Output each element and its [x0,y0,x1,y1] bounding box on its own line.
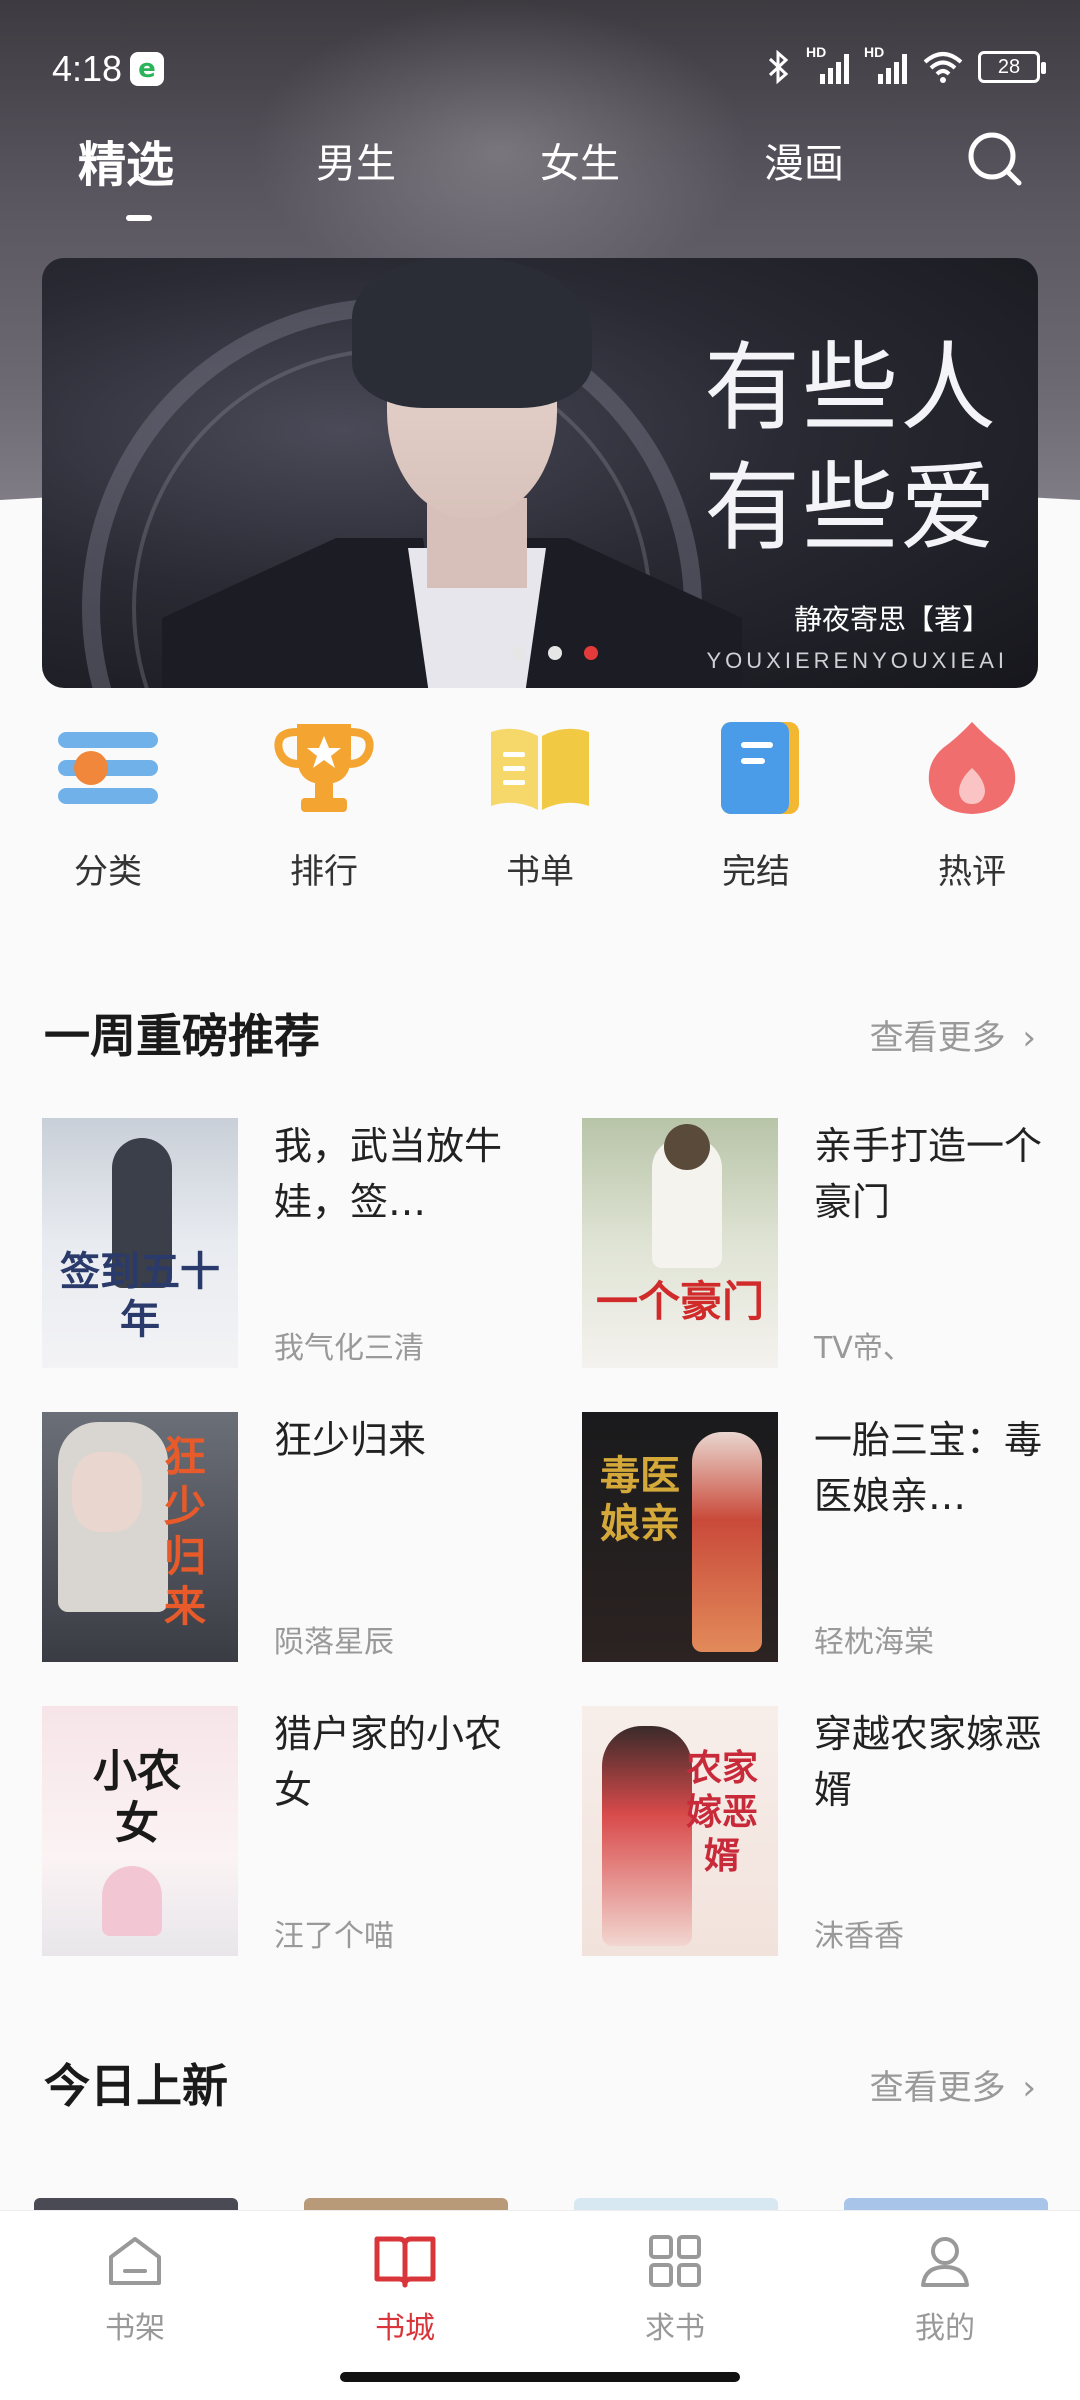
banner-line-1: 有些人 [704,332,998,444]
cover-title: 一个豪门 [595,1277,764,1326]
book-list-icon [491,728,589,810]
banner-pinyin: YOUXIERENYOUXIEAI [706,648,1008,673]
nav-request-book[interactable]: 求书 [600,2233,750,2347]
book-cover: 狂少归来 [42,1412,238,1662]
section-title-weekly: 一周重磅推荐 [44,1009,320,1063]
see-more-label: 查看更多 [869,1018,1006,1058]
book-title: 狂少归来 [274,1418,427,1462]
search-icon[interactable] [966,130,1024,188]
banner-line-2: 有些爱 [704,452,998,564]
promo-banner[interactable]: 有些人 有些爱 静夜寄思【著】 YOUXIERENYOUXIEAI [42,258,1038,688]
see-more-label: 查看更多 [869,2068,1006,2108]
nav-label: 我的 [915,2311,975,2346]
book-title: 我，武当放牛娃，签… [274,1124,503,1224]
bluetooth-icon [768,50,789,84]
book-author: 陨落星辰 [274,1625,394,1660]
shortcut-label: 排行 [290,852,358,892]
category-shortcuts: 分类 排行 书单 完结 热评 [0,718,1080,898]
cover-title: 小农女 [93,1746,181,1849]
request-book-icon [649,2235,701,2287]
book-cover: 毒医娘亲 [582,1412,778,1662]
signal-icon-2: HD [864,44,908,84]
tab-indicator [126,215,152,221]
weekly-see-more-link[interactable]: 查看更多 › [870,1010,1036,1059]
book-card[interactable]: 狂少归来 狂少归来 陨落星辰 [42,1412,562,1662]
banner-dot-active[interactable] [584,646,598,660]
battery-icon: 28 [978,51,1046,83]
banner-figure-hair [352,258,592,408]
cover-title: 狂少归来 [163,1432,206,1631]
book-store-icon [374,2236,436,2288]
book-card[interactable]: 一个豪门 亲手打造一个豪门 TV帝、 [582,1118,1080,1368]
banner-author: 静夜寄思【著】 [793,603,990,636]
book-title: 穿越农家嫁恶婿 [814,1712,1043,1812]
today-see-more-link[interactable]: 查看更多 › [870,2060,1036,2109]
book-cover: 农家嫁恶婿 [582,1706,778,1956]
book-card[interactable]: 毒医娘亲 一胎三宝：毒医娘亲… 轻枕海棠 [582,1412,1080,1662]
shortcut-label: 书单 [506,852,574,892]
signal-icon-1: HD [806,44,850,84]
flame-icon [928,722,1016,814]
chevron-right-icon: › [1022,1018,1036,1058]
tab-featured[interactable]: 精选 [78,125,174,195]
status-bar: 4:18 e HD HD 28 [0,0,1080,140]
book-card[interactable]: 农家嫁恶婿 穿越农家嫁恶婿 沫香香 [582,1706,1080,1956]
tab-comics[interactable]: 漫画 [764,131,844,189]
banner-dot[interactable] [512,646,526,660]
banner-dot[interactable] [548,646,562,660]
chevron-right-icon: › [1022,2068,1036,2108]
shortcut-label: 完结 [722,852,790,892]
book-author: TV帝、 [814,1331,913,1366]
book-card[interactable]: 签到五十年 我，武当放牛娃，签… 我气化三清 [42,1118,562,1368]
wifi-icon [923,52,963,83]
shortcut-label: 热评 [938,852,1006,892]
shortcut-hot-reviews[interactable]: 热评 [892,718,1052,893]
cover-title: 农家嫁恶婿 [685,1747,758,1877]
cover-title: 毒医娘亲 [600,1452,680,1547]
nav-label: 书架 [105,2311,165,2346]
book-card[interactable]: 小农女 猎户家的小农女 汪了个喵 [42,1706,562,1956]
book-title: 亲手打造一个豪门 [814,1124,1043,1224]
book-title: 猎户家的小农女 [274,1712,503,1812]
nav-profile[interactable]: 我的 [870,2233,1020,2347]
book-cover: 小农女 [42,1706,238,1956]
shortcut-booklist[interactable]: 书单 [460,718,620,893]
trophy-icon [274,724,374,812]
book-title: 一胎三宝：毒医娘亲… [814,1418,1043,1518]
finished-icon [721,722,799,814]
book-author: 我气化三清 [274,1331,424,1366]
nav-bookstore[interactable]: 书城 [330,2233,480,2347]
tab-female[interactable]: 女生 [540,131,620,189]
banner-headline: 有些人 有些爱 [704,328,998,568]
nav-label: 求书 [645,2311,705,2346]
status-time: 4:18 [52,48,123,89]
cover-title: 签到五十年 [60,1248,220,1343]
category-icon [58,732,158,804]
book-author: 汪了个喵 [274,1919,394,1954]
bookshelf-icon [109,2237,161,2285]
book-cover: 一个豪门 [582,1118,778,1368]
app-badge-icon: e [130,52,164,86]
profile-icon [921,2237,969,2287]
nav-label: 书城 [375,2311,435,2346]
book-cover: 签到五十年 [42,1118,238,1368]
shortcut-category[interactable]: 分类 [28,718,188,893]
shortcut-label: 分类 [74,852,142,892]
home-indicator[interactable] [340,2372,740,2382]
status-icons: HD HD 28 [766,44,1046,84]
shortcut-ranking[interactable]: 排行 [244,718,404,893]
nav-bookshelf[interactable]: 书架 [60,2233,210,2347]
section-title-today: 今日上新 [44,2059,228,2113]
book-author: 轻枕海棠 [814,1625,934,1660]
book-author: 沫香香 [814,1919,904,1954]
top-tabs: 精选 男生 女生 漫画 [0,125,1080,225]
tab-male[interactable]: 男生 [316,131,396,189]
shortcut-finished[interactable]: 完结 [676,718,836,893]
banner-pagination [512,646,598,660]
